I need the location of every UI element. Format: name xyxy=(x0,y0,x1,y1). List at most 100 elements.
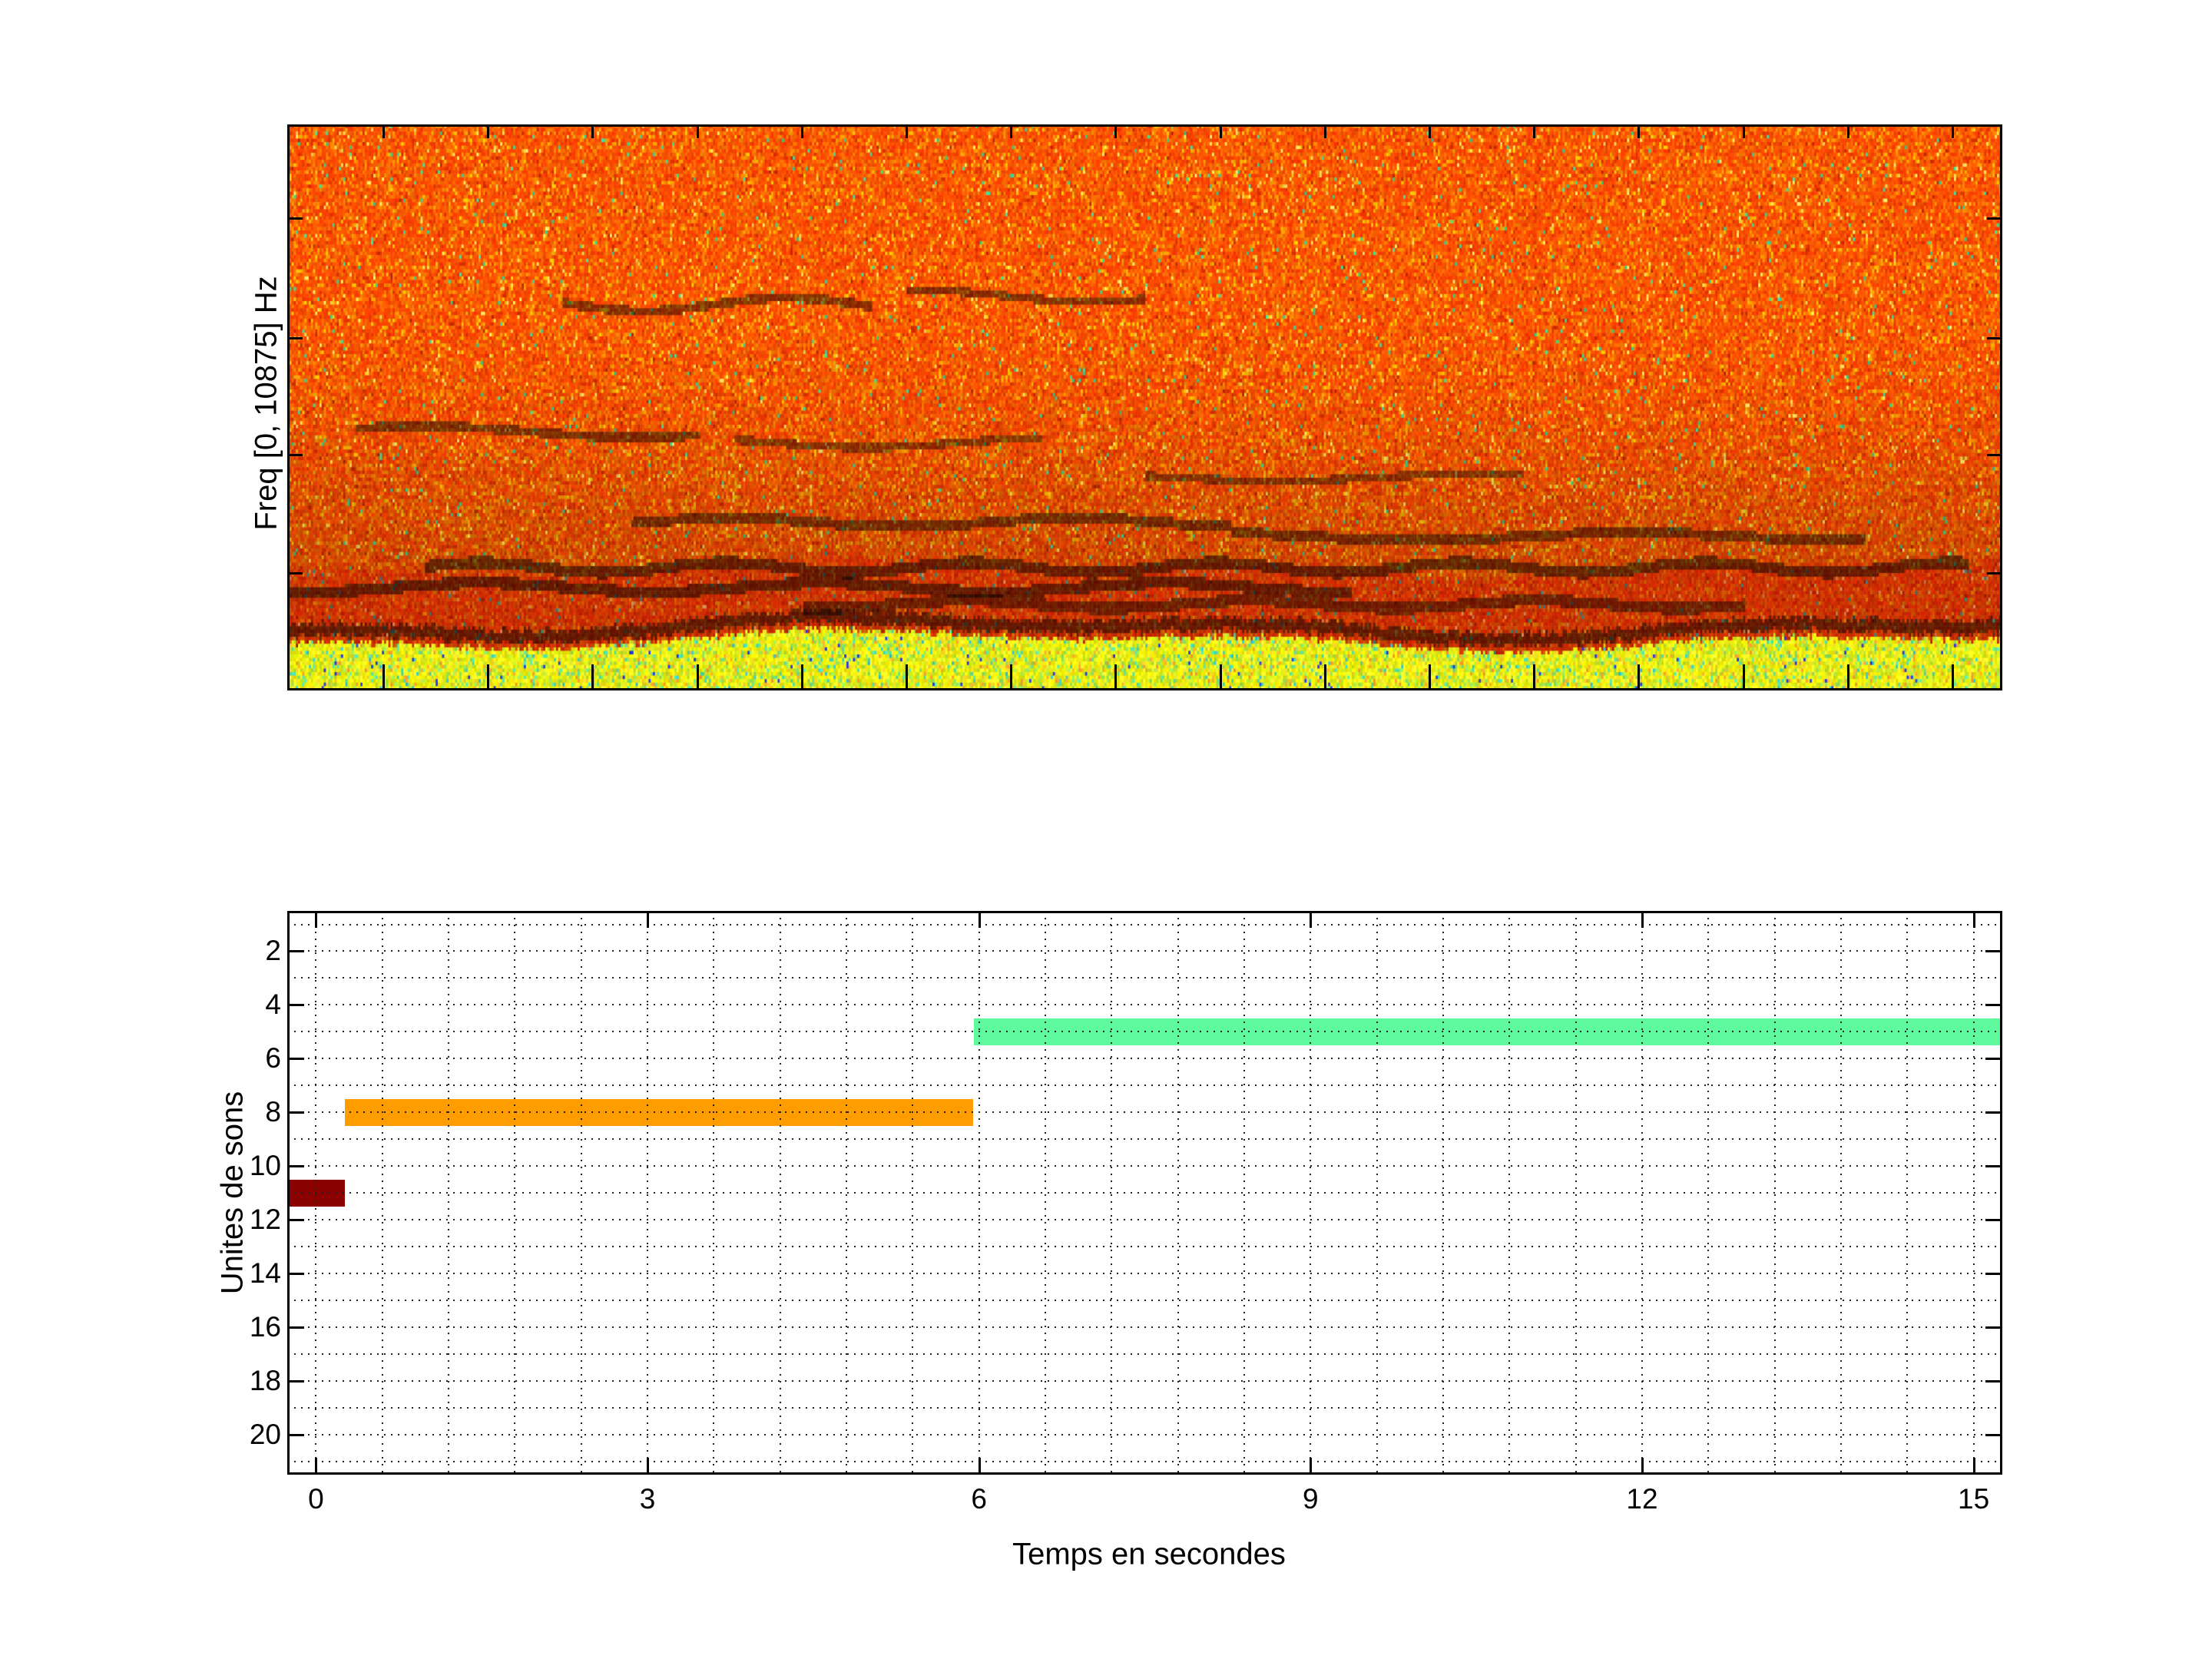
timeline-x-tick xyxy=(1641,911,1644,928)
grid-line-horizontal xyxy=(287,1407,2002,1409)
spectrogram-x-tick xyxy=(1429,664,1431,690)
timeline-y-tick xyxy=(1985,1273,2002,1275)
timeline-y-tick xyxy=(1985,950,2002,952)
y-tick-label: 18 xyxy=(250,1365,281,1397)
timeline-x-tick xyxy=(1973,911,1975,928)
timeline-xlabel: Temps en secondes xyxy=(1012,1538,1286,1572)
spectrogram-x-tick xyxy=(1743,664,1745,690)
spectrogram-y-tick xyxy=(1987,572,2002,575)
spectrogram-x-tick xyxy=(1743,124,1745,138)
timeline-y-tick xyxy=(1985,1219,2002,1221)
figure-root: Freq [0, 10875] Hz Unites de sons Temps … xyxy=(0,0,2212,1659)
timeline-y-tick xyxy=(1985,1111,2002,1114)
y-tick-label: 4 xyxy=(265,988,281,1021)
spectrogram-y-tick xyxy=(1987,454,2002,456)
spectrogram-x-tick xyxy=(382,124,385,138)
spectrogram-x-tick xyxy=(1324,664,1326,690)
y-tick-label: 16 xyxy=(250,1311,281,1343)
spectrogram-y-tick xyxy=(287,217,303,220)
spectrogram-x-tick xyxy=(1010,664,1012,690)
spectrogram-x-tick xyxy=(487,124,489,138)
y-tick-label: 8 xyxy=(265,1096,281,1128)
timeline-y-tick xyxy=(287,950,304,952)
timeline-y-tick xyxy=(287,1165,304,1167)
spectrogram-x-tick xyxy=(382,664,385,690)
spectrogram-plot xyxy=(287,124,2002,690)
grid-line-horizontal xyxy=(287,1004,2002,1005)
timeline-x-tick xyxy=(647,1458,649,1475)
x-tick-label: 9 xyxy=(1303,1483,1319,1515)
spectrogram-x-tick xyxy=(487,664,489,690)
spectrogram-x-tick xyxy=(1847,124,1849,138)
grid-line-horizontal xyxy=(287,924,2002,926)
spectrogram-x-tick xyxy=(1952,664,1954,690)
spectrogram-x-tick xyxy=(1637,664,1640,690)
spectrogram-x-tick xyxy=(1429,124,1431,138)
timeline-x-tick xyxy=(1310,911,1312,928)
grid-line-horizontal xyxy=(287,1246,2002,1247)
x-tick-label: 3 xyxy=(640,1483,656,1515)
timeline-ylabel: Unites de sons xyxy=(216,1091,250,1295)
grid-line-horizontal xyxy=(287,1300,2002,1301)
timeline-y-tick xyxy=(287,1004,304,1006)
grid-line-horizontal xyxy=(287,1031,2002,1032)
grid-line-horizontal xyxy=(287,1273,2002,1274)
spectrogram-x-tick xyxy=(801,124,803,138)
spectrogram-x-tick xyxy=(1847,664,1849,690)
timeline-y-tick xyxy=(287,1058,304,1060)
timeline-y-tick xyxy=(1985,1058,2002,1060)
y-tick-label: 10 xyxy=(250,1150,281,1182)
y-tick-label: 12 xyxy=(250,1204,281,1236)
spectrogram-x-tick xyxy=(1220,124,1222,138)
timeline-x-tick xyxy=(315,911,317,928)
spectrogram-image xyxy=(287,124,2002,690)
timeline-x-tick xyxy=(1641,1458,1644,1475)
spectrogram-x-tick xyxy=(591,124,594,138)
x-tick-label: 12 xyxy=(1626,1483,1657,1515)
timeline-plot xyxy=(287,911,2002,1475)
timeline-x-tick xyxy=(979,911,981,928)
spectrogram-x-tick xyxy=(591,664,594,690)
spectrogram-x-tick xyxy=(1952,124,1954,138)
grid-line-horizontal xyxy=(287,977,2002,979)
spectrogram-ylabel: Freq [0, 10875] Hz xyxy=(250,276,284,530)
timeline-y-tick xyxy=(287,1219,304,1221)
spectrogram-x-tick xyxy=(1637,124,1640,138)
timeline-y-tick xyxy=(287,1273,304,1275)
grid-line-horizontal xyxy=(287,950,2002,952)
spectrogram-y-tick xyxy=(1987,217,2002,220)
spectrogram-x-tick xyxy=(906,664,908,690)
timeline-x-tick xyxy=(315,1458,317,1475)
spectrogram-x-tick xyxy=(1324,124,1326,138)
timeline-y-tick xyxy=(1985,1380,2002,1382)
timeline-y-tick xyxy=(287,1434,304,1436)
timeline-y-tick xyxy=(287,1326,304,1329)
grid-line-horizontal xyxy=(287,1219,2002,1220)
grid-line-horizontal xyxy=(287,1058,2002,1059)
grid-line-horizontal xyxy=(287,1326,2002,1328)
spectrogram-x-tick xyxy=(1533,124,1535,138)
y-tick-label: 6 xyxy=(265,1042,281,1075)
timeline-y-tick xyxy=(1985,1434,2002,1436)
grid-line-horizontal xyxy=(287,1434,2002,1435)
timeline-y-tick xyxy=(1985,1165,2002,1167)
spectrogram-x-tick xyxy=(1114,124,1117,138)
timeline-y-tick xyxy=(1985,1326,2002,1329)
grid-line-horizontal xyxy=(287,1380,2002,1382)
timeline-y-tick xyxy=(287,1380,304,1382)
spectrogram-x-tick xyxy=(697,124,699,138)
grid-line-horizontal xyxy=(287,1353,2002,1355)
spectrogram-x-tick xyxy=(801,664,803,690)
spectrogram-y-tick xyxy=(287,454,303,456)
grid-line-horizontal xyxy=(287,1461,2002,1462)
grid-line-horizontal xyxy=(287,1192,2002,1194)
spectrogram-x-tick xyxy=(1533,664,1535,690)
x-tick-label: 15 xyxy=(1958,1483,1989,1515)
timeline-y-tick xyxy=(287,1111,304,1114)
spectrogram-y-tick xyxy=(287,572,303,575)
grid-line-horizontal xyxy=(287,1084,2002,1086)
spectrogram-x-tick xyxy=(1010,124,1012,138)
timeline-x-tick xyxy=(1310,1458,1312,1475)
y-tick-label: 20 xyxy=(250,1419,281,1451)
timeline-x-tick xyxy=(979,1458,981,1475)
